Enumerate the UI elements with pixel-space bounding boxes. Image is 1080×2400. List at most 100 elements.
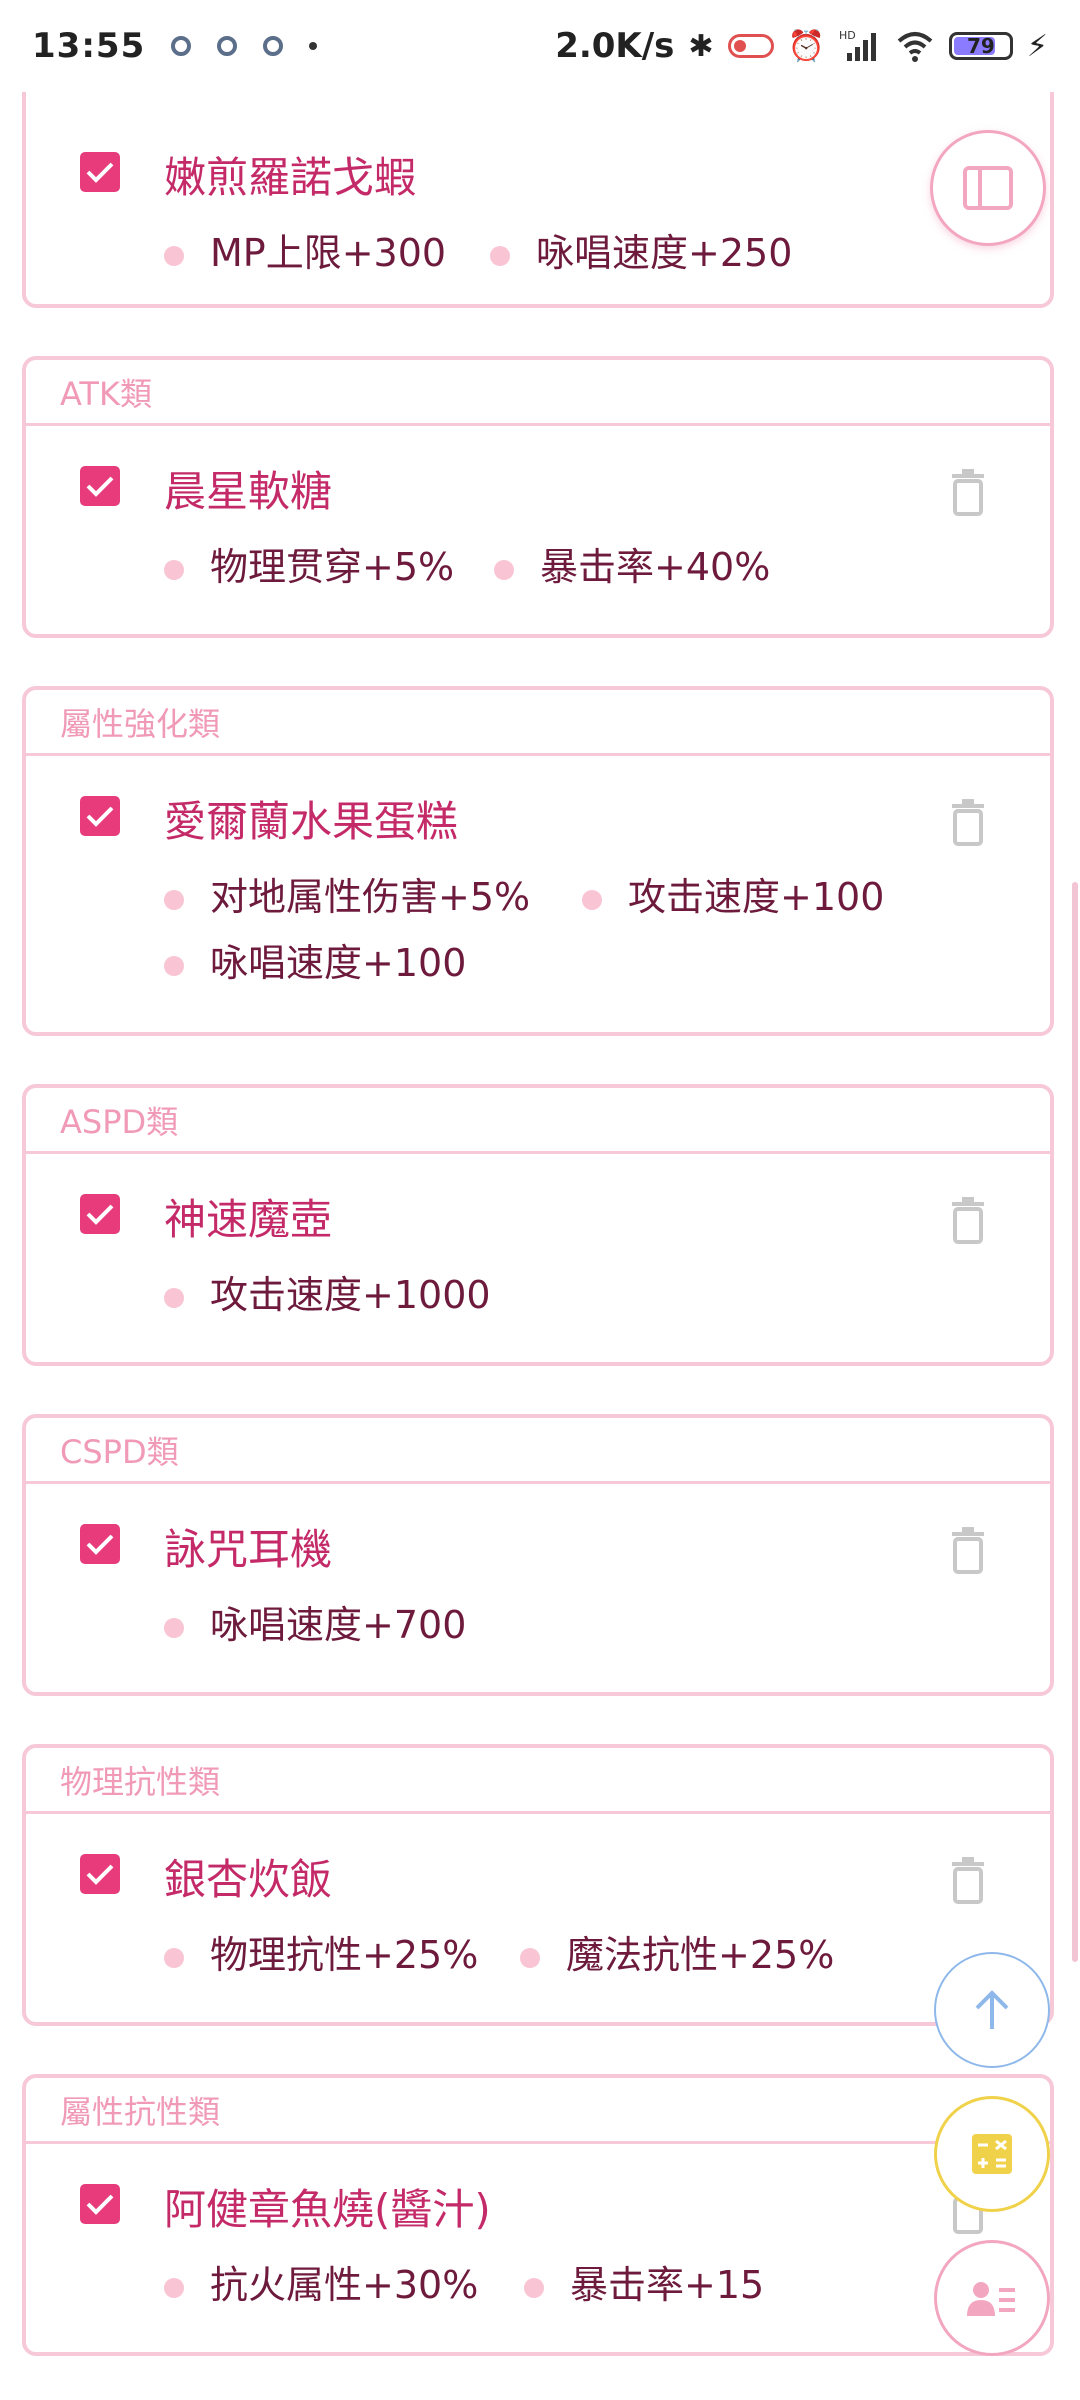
check-icon bbox=[86, 2194, 114, 2215]
buff-card: 嫩煎羅諾戈蝦 MP上限+300 咏唱速度+250 bbox=[22, 92, 1054, 308]
buff-stat: 暴击率+15 bbox=[524, 2254, 764, 2309]
status-bar: 13:55 2.0K/s ✱ ⏰ HD 79 ⚡ bbox=[0, 0, 1080, 92]
bullet-icon bbox=[520, 1947, 540, 1968]
buff-stat-text: 暴击率+15 bbox=[570, 2263, 765, 2307]
wifi-icon bbox=[897, 32, 933, 62]
buff-stat-text: 暴击率+40% bbox=[540, 545, 771, 589]
notification-app-icon bbox=[171, 36, 192, 56]
buff-stat: MP上限+300 bbox=[164, 222, 446, 277]
arrow-up-icon bbox=[975, 1990, 1009, 2029]
scroll-to-top-button[interactable] bbox=[934, 1952, 1050, 2068]
scrollbar[interactable] bbox=[1072, 882, 1078, 1962]
buff-checkbox[interactable] bbox=[80, 152, 120, 192]
bullet-icon bbox=[164, 2277, 184, 2298]
bullet-icon bbox=[164, 889, 184, 910]
buff-stat: 攻击速度+1000 bbox=[164, 1264, 491, 1319]
buff-item-name: 嫩煎羅諾戈蝦 bbox=[164, 153, 417, 202]
charging-icon: ⚡ bbox=[1026, 28, 1048, 64]
buff-item-name: 詠咒耳機 bbox=[164, 1525, 333, 1574]
bullet-icon bbox=[164, 559, 184, 580]
buff-checkbox[interactable] bbox=[80, 1524, 120, 1564]
delete-icon[interactable] bbox=[948, 798, 988, 846]
buff-card: 物理抗性類 銀杏炊飯 物理抗性+25% 魔法抗性+25% bbox=[22, 1744, 1054, 2026]
check-icon bbox=[86, 806, 114, 827]
delete-icon[interactable] bbox=[948, 1196, 988, 1244]
check-icon bbox=[86, 1534, 114, 1555]
bullet-icon bbox=[164, 1617, 184, 1638]
bullet-icon bbox=[164, 955, 184, 976]
calculator-button[interactable] bbox=[934, 2096, 1050, 2212]
buff-stat-text: 咏唱速度+250 bbox=[536, 231, 793, 275]
battery-level: 79 bbox=[967, 34, 995, 58]
sidebar-toggle-icon bbox=[963, 166, 1013, 210]
buff-checkbox[interactable] bbox=[80, 2184, 120, 2224]
battery-icon: 79 bbox=[948, 32, 1013, 60]
user-list-icon bbox=[967, 2282, 1015, 2316]
check-icon bbox=[86, 1864, 114, 1885]
buff-item-name: 愛爾蘭水果蛋糕 bbox=[164, 797, 459, 846]
check-icon bbox=[86, 476, 114, 497]
buff-stat: 魔法抗性+25% bbox=[520, 1924, 834, 1979]
buff-stat-text: 抗火属性+30% bbox=[210, 2263, 479, 2307]
buff-stat: 咏唱速度+100 bbox=[164, 932, 466, 987]
buff-stat: 物理贯穿+5% bbox=[164, 536, 454, 591]
buff-stat: 物理抗性+25% bbox=[164, 1924, 478, 1979]
buff-checkbox[interactable] bbox=[80, 1194, 120, 1234]
bullet-icon bbox=[490, 245, 510, 266]
buff-checkbox[interactable] bbox=[80, 466, 120, 506]
food-buff-list[interactable]: 嫩煎羅諾戈蝦 MP上限+300 咏唱速度+250 ATK類 晨星軟糖 物理贯穿+… bbox=[0, 92, 1080, 2400]
network-speed: 2.0K/s bbox=[555, 26, 675, 66]
more-notifications-icon bbox=[309, 42, 318, 50]
buff-stat-text: 攻击速度+100 bbox=[628, 875, 885, 919]
buff-stat: 抗火属性+30% bbox=[164, 2254, 478, 2309]
buff-item-name: 銀杏炊飯 bbox=[164, 1855, 333, 1904]
delete-icon[interactable] bbox=[948, 1856, 988, 1904]
buff-category-header: CSPD類 bbox=[26, 1418, 1050, 1484]
buff-stat: 暴击率+40% bbox=[494, 536, 770, 591]
buff-card: ATK類 晨星軟糖 物理贯穿+5% 暴击率+40% bbox=[22, 356, 1054, 638]
buff-stat-text: 魔法抗性+25% bbox=[566, 1933, 835, 1977]
notification-app-icon bbox=[217, 36, 238, 56]
buff-category-header: 物理抗性類 bbox=[26, 1748, 1050, 1814]
buff-stat-text: MP上限+300 bbox=[210, 231, 447, 275]
buff-card: 屬性抗性類 阿健章魚燒(醬汁) 抗火属性+30% 暴击率+15 bbox=[22, 2074, 1054, 2356]
bullet-icon bbox=[164, 1947, 184, 1968]
buff-stat-text: 攻击速度+1000 bbox=[210, 1273, 491, 1317]
delete-icon[interactable] bbox=[948, 1526, 988, 1574]
signal-hd-label: HD bbox=[839, 29, 856, 42]
buff-stat: 对地属性伤害+5% bbox=[164, 866, 530, 921]
calculator-icon bbox=[972, 2134, 1012, 2174]
notification-app-icon bbox=[263, 36, 284, 56]
user-list-button[interactable] bbox=[934, 2240, 1050, 2356]
buff-category-header: 屬性抗性類 bbox=[26, 2078, 1050, 2144]
buff-stat: 咏唱速度+250 bbox=[490, 222, 792, 277]
buff-checkbox[interactable] bbox=[80, 796, 120, 836]
buff-stat: 攻击速度+100 bbox=[582, 866, 884, 921]
check-icon bbox=[86, 1204, 114, 1225]
buff-stat-text: 咏唱速度+700 bbox=[210, 1603, 467, 1647]
bullet-icon bbox=[164, 245, 184, 266]
bullet-icon bbox=[524, 2277, 544, 2298]
buff-category-header: ASPD類 bbox=[26, 1088, 1050, 1154]
buff-card: 屬性強化類 愛爾蘭水果蛋糕 对地属性伤害+5% 攻击速度+100 咏唱速度+10… bbox=[22, 686, 1054, 1036]
sidebar-toggle-button[interactable] bbox=[930, 130, 1046, 246]
buff-item-name: 阿健章魚燒(醬汁) bbox=[164, 2185, 491, 2234]
cell-signal-icon: HD bbox=[839, 29, 876, 61]
buff-card: ASPD類 神速魔壺 攻击速度+1000 bbox=[22, 1084, 1054, 1366]
buff-stat-text: 咏唱速度+100 bbox=[210, 941, 467, 985]
buff-category-header: ATK類 bbox=[26, 360, 1050, 426]
buff-stat: 咏唱速度+700 bbox=[164, 1594, 466, 1649]
bullet-icon bbox=[494, 559, 514, 580]
buff-category-header: 屬性強化類 bbox=[26, 690, 1050, 756]
buff-checkbox[interactable] bbox=[80, 1854, 120, 1894]
buff-item-name: 神速魔壺 bbox=[164, 1195, 333, 1244]
alarm-icon: ⏰ bbox=[787, 28, 825, 64]
buff-stat-text: 物理贯穿+5% bbox=[210, 545, 455, 589]
buff-card: CSPD類 詠咒耳機 咏唱速度+700 bbox=[22, 1414, 1054, 1696]
delete-icon[interactable] bbox=[948, 468, 988, 516]
buff-stat-text: 对地属性伤害+5% bbox=[210, 875, 531, 919]
buff-item-name: 晨星軟糖 bbox=[164, 467, 333, 516]
bullet-icon bbox=[164, 1287, 184, 1308]
status-time: 13:55 bbox=[32, 26, 146, 66]
toggle-status-icon bbox=[727, 34, 774, 58]
